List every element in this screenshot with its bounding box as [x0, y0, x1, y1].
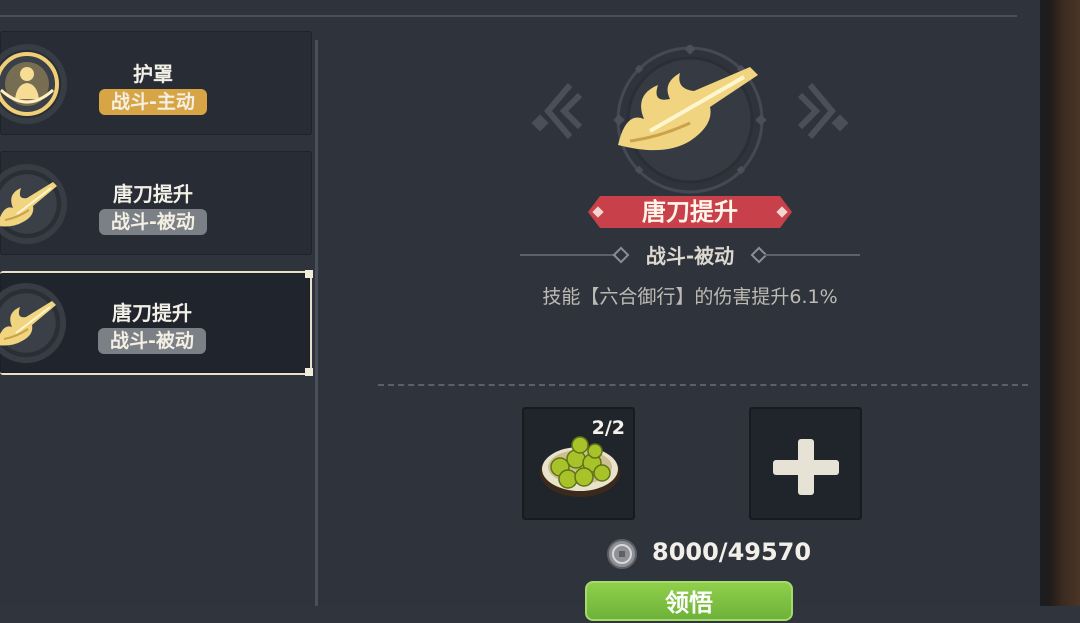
learn-button[interactable]: 领悟	[585, 581, 793, 621]
skill-card-tang-sword[interactable]: 唐刀提升 战斗-被动	[0, 151, 312, 255]
skill-tag: 战斗-被动	[98, 328, 206, 354]
tang-sword-icon	[0, 283, 66, 363]
material-slot[interactable]: 2/2	[522, 407, 635, 520]
skill-name: 护罩	[133, 62, 173, 86]
right-border	[1040, 0, 1080, 606]
item-count: 2/2	[591, 417, 625, 439]
shield-person-icon	[0, 44, 67, 124]
silver-coin-icon	[607, 539, 637, 569]
tang-sword-icon	[0, 164, 67, 244]
skill-name: 唐刀提升	[112, 301, 192, 325]
dashed-divider	[378, 384, 1028, 386]
add-material-slot[interactable]	[749, 407, 862, 520]
skill-description: 技能【六合御行】的伤害提升6.1%	[542, 286, 838, 308]
top-divider	[0, 15, 1017, 17]
cost-text: 8000/49570	[652, 538, 812, 566]
tang-sword-icon	[531, 45, 849, 194]
skill-tag: 战斗-主动	[99, 89, 207, 115]
selection-corner	[305, 368, 313, 376]
cost-row: 8000/49570	[606, 536, 846, 572]
skill-card-shield[interactable]: 护罩 战斗-主动	[0, 31, 312, 135]
detail-skill-name: 唐刀提升	[642, 198, 738, 226]
selection-corner	[305, 270, 313, 278]
skill-card-tang-sword-selected[interactable]: 唐刀提升 战斗-被动	[0, 270, 313, 376]
skill-tag: 战斗-被动	[99, 209, 207, 235]
plus-icon	[773, 439, 839, 495]
list-divider	[315, 40, 318, 606]
skill-name: 唐刀提升	[113, 182, 193, 206]
detail-skill-type: 战斗-被动	[645, 244, 735, 268]
